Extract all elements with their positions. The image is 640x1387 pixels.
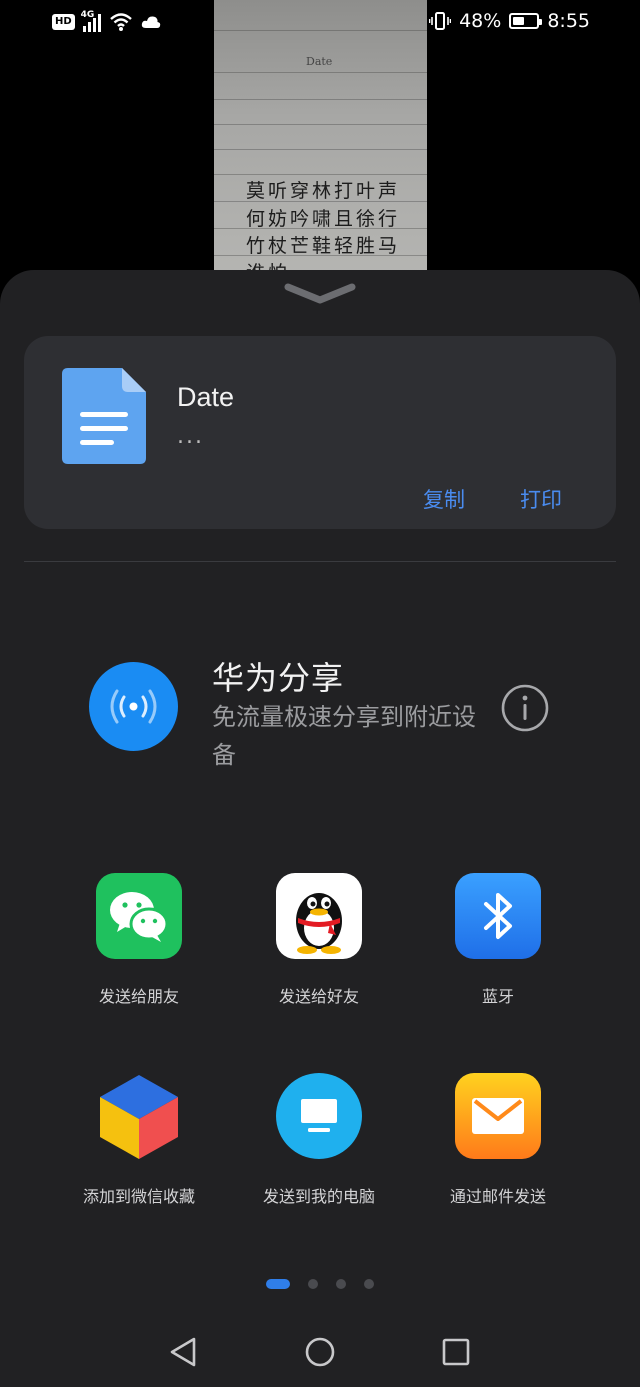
share-target-label: 添加到微信收藏 (82, 1187, 195, 1206)
navigation-bar (0, 1330, 640, 1380)
preview-handwriting-line: 莫听穿林打叶声 (246, 180, 401, 202)
hd-badge: HD (52, 14, 75, 30)
send-to-pc-icon (276, 1073, 362, 1159)
page-dot (336, 1279, 346, 1289)
page-indicator (0, 1279, 640, 1289)
preview-handwriting-line: 何妨吟啸且徐行 (246, 208, 401, 230)
share-target-wechat-friend[interactable]: 发送给朋友 (54, 873, 224, 1007)
share-target-label: 蓝牙 (481, 987, 514, 1006)
preview-date-label: Date (306, 55, 333, 68)
wechat-icon (96, 873, 182, 959)
cloud-icon (141, 16, 160, 28)
vibrate-icon (429, 12, 452, 30)
collapse-handle-icon[interactable] (284, 282, 356, 306)
signal-icon: 4G (80, 10, 101, 32)
divider (24, 561, 616, 562)
wireless-waves-icon (110, 689, 157, 724)
page-dot (308, 1279, 318, 1289)
info-icon[interactable] (500, 683, 550, 733)
huawei-share-title: 华为分享 (212, 659, 345, 697)
share-sheet: Date ... 复制 打印 华为分享 免流量极速分享到附近设备 发送给朋友 发… (0, 270, 640, 1387)
share-target-my-computer[interactable]: 发送到我的电脑 (234, 1073, 404, 1207)
share-target-label: 通过邮件发送 (449, 1187, 546, 1206)
file-card: Date ... 复制 打印 (24, 336, 616, 529)
wechat-favorites-icon (96, 1073, 182, 1159)
network-type-label: 4G (80, 10, 95, 20)
copy-button[interactable]: 复制 (423, 484, 465, 514)
home-icon[interactable] (305, 1336, 335, 1368)
share-target-qq-friend[interactable]: 发送给好友 (234, 873, 404, 1007)
document-icon (62, 368, 146, 464)
share-target-wechat-favorites[interactable]: 添加到微信收藏 (54, 1073, 224, 1207)
clock: 8:55 (547, 10, 590, 32)
huawei-share-description: 免流量极速分享到附近设备 (212, 703, 476, 769)
back-icon[interactable] (168, 1336, 198, 1368)
wifi-icon (109, 13, 132, 31)
page-dot (364, 1279, 374, 1289)
share-target-label: 发送到我的电脑 (262, 1187, 375, 1206)
file-size: ... (177, 424, 204, 449)
status-bar-left: HD 4G (52, 10, 161, 32)
huawei-share-icon[interactable] (89, 662, 178, 751)
share-target-bluetooth[interactable]: 蓝牙 (413, 873, 583, 1007)
page-dot (266, 1279, 290, 1289)
qq-icon (276, 873, 362, 959)
battery-percentage: 48% (459, 10, 502, 32)
share-target-label: 发送给朋友 (98, 987, 179, 1006)
bluetooth-icon (455, 873, 541, 959)
email-icon (455, 1073, 541, 1159)
share-target-label: 发送给好友 (278, 987, 359, 1006)
share-target-email[interactable]: 通过邮件发送 (413, 1073, 583, 1207)
file-name: Date (177, 382, 235, 412)
document-preview: Date 莫听穿林打叶声 何妨吟啸且徐行 竹杖芒鞋轻胜马 谁怕 (214, 0, 427, 290)
print-button[interactable]: 打印 (520, 484, 562, 514)
battery-icon (509, 13, 543, 29)
recents-icon[interactable] (441, 1336, 471, 1368)
preview-handwriting-line: 竹杖芒鞋轻胜马 (246, 235, 401, 257)
